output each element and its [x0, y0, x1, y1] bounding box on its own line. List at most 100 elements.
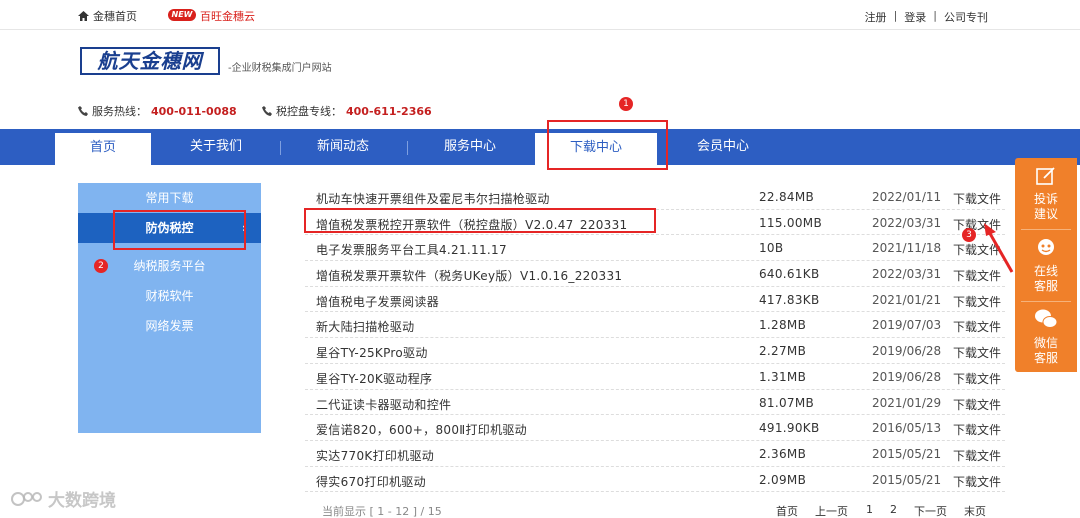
- login-link[interactable]: 登录: [904, 9, 926, 25]
- download-link[interactable]: 下载文件: [953, 447, 1001, 464]
- complaint-label: 投诉 建议: [1015, 192, 1077, 222]
- logo-text: 航天金穗网: [97, 49, 203, 73]
- complaint-label-line: 投诉 建议: [1033, 192, 1058, 221]
- pager-prev[interactable]: 上一页: [815, 503, 848, 518]
- file-date: 2021/01/21: [872, 292, 942, 307]
- online-support-button[interactable]: 在线 客服: [1015, 230, 1077, 300]
- file-size: 115.00MB: [759, 215, 822, 230]
- file-date: 2019/06/28: [872, 369, 942, 384]
- annotation-arrow: [984, 223, 1014, 273]
- file-date: 2022/01/11: [872, 190, 942, 204]
- file-name[interactable]: 增值税电子发票阅读器: [316, 293, 439, 310]
- file-date: 2022/03/31: [872, 215, 942, 230]
- table-row: 电子发票服务平台工具4.21.11.17 10B 2021/11/18 下载文件: [305, 235, 1005, 262]
- table-row: 得实670打印机驱动 2.09MB 2015/05/21 下载文件: [305, 467, 1005, 493]
- file-name[interactable]: 增值税发票开票软件（税务UKey版）V1.0.16_220331: [316, 267, 622, 284]
- table-row: 新大陆扫描枪驱动 1.28MB 2019/07/03 下载文件: [305, 312, 1005, 339]
- service-hotline: 服务热线： 400-011-0088: [78, 103, 237, 119]
- wechat-icon: [1035, 309, 1058, 328]
- file-size: 417.83KB: [759, 292, 820, 307]
- wechat-support-label-line: 微信 客服: [1033, 336, 1058, 365]
- file-size: 1.31MB: [759, 369, 807, 384]
- hotline-label: 服务热线：: [92, 105, 147, 118]
- download-link[interactable]: 下载文件: [953, 293, 1001, 310]
- phone-icon: [262, 106, 272, 116]
- file-name[interactable]: 爱信诺820，600+，800Ⅱ打印机驱动: [316, 421, 527, 438]
- table-row: 机动车快速开票组件及霍尼韦尔扫描枪驱动 22.84MB 2022/01/11 下载文件: [305, 184, 1005, 210]
- pager-page-2[interactable]: 2: [890, 503, 897, 516]
- table-row: 星谷TY-25KPro驱动 2.27MB 2019/06/28 下载文件: [305, 338, 1005, 364]
- table-row: 二代证读卡器驱动和控件 81.07MB 2021/01/29 下载文件: [305, 390, 1005, 416]
- nav-home[interactable]: 首页: [55, 133, 151, 165]
- file-size: 81.07MB: [759, 395, 815, 410]
- hotline-number: 400-011-0088: [151, 104, 237, 118]
- hotline-number: 400-611-2366: [346, 104, 432, 118]
- table-row: 星谷TY-20K驱动程序 1.31MB 2019/06/28 下载文件: [305, 364, 1005, 390]
- sidebar-item-e-invoice[interactable]: 网络发票: [78, 311, 261, 341]
- pager-first[interactable]: 首页: [776, 503, 798, 518]
- download-link[interactable]: 下载文件: [953, 370, 1001, 387]
- download-link[interactable]: 下载文件: [953, 396, 1001, 413]
- watermark-text: 大数跨境: [48, 491, 116, 511]
- file-size: 1.28MB: [759, 318, 807, 333]
- file-name[interactable]: 得实670打印机驱动: [316, 473, 426, 490]
- site-logo[interactable]: 航天金穗网: [80, 47, 220, 75]
- pager-last[interactable]: 末页: [964, 503, 986, 518]
- table-row: 实达770K打印机驱动 2.36MB 2015/05/21 下载文件: [305, 441, 1005, 467]
- file-date: 2015/05/21: [872, 446, 942, 461]
- home-link[interactable]: 金穗首页: [78, 8, 137, 24]
- table-row: 增值税电子发票阅读器 417.83KB 2021/01/21 下载文件: [305, 287, 1005, 313]
- file-name[interactable]: 电子发票服务平台工具4.21.11.17: [316, 241, 507, 258]
- file-date: 2019/07/03: [872, 318, 942, 333]
- file-size: 2.09MB: [759, 472, 807, 487]
- wechat-support-button[interactable]: 微信 客服: [1015, 302, 1077, 372]
- nav-divider: [280, 141, 281, 155]
- file-size: 491.90KB: [759, 421, 820, 436]
- nav-about[interactable]: 关于我们: [168, 129, 264, 165]
- site-slogan: -企业财税集成门户网站: [228, 63, 332, 74]
- file-size: 22.84MB: [759, 190, 815, 204]
- pager-summary: 当前显示 [ 1 - 12 ] / 15: [322, 505, 442, 518]
- nav-service[interactable]: 服务中心: [422, 129, 518, 165]
- annotation-badge-2: 2: [94, 259, 108, 273]
- account-links: 注册 | 登录 | 公司专刊: [865, 9, 988, 25]
- highlight-download-nav: [547, 120, 668, 170]
- home-link-label: 金穗首页: [93, 10, 137, 23]
- register-link[interactable]: 注册: [865, 9, 887, 25]
- file-name[interactable]: 新大陆扫描枪驱动: [316, 318, 414, 335]
- nav-member[interactable]: 会员中心: [675, 129, 771, 165]
- file-size: 640.61KB: [759, 267, 820, 282]
- separator: |: [893, 9, 898, 22]
- file-date: 2021/01/29: [872, 395, 942, 410]
- main-nav: 首页 关于我们 新闻动态 服务中心 下载中心 会员中心: [0, 129, 1080, 165]
- file-name[interactable]: 实达770K打印机驱动: [316, 447, 434, 464]
- highlight-file-row: [304, 208, 656, 233]
- download-link[interactable]: 下载文件: [953, 473, 1001, 490]
- file-date: 2021/11/18: [872, 241, 942, 256]
- complaint-button[interactable]: 投诉 建议: [1015, 158, 1077, 228]
- cloud-link[interactable]: 百旺金穗云: [200, 8, 255, 24]
- download-link[interactable]: 下载文件: [953, 318, 1001, 335]
- pager-next[interactable]: 下一页: [914, 503, 947, 518]
- file-date: 2015/05/21: [872, 472, 942, 487]
- file-name[interactable]: 二代证读卡器驱动和控件: [316, 396, 451, 413]
- top-bar: 金穗首页 NEW 百旺金穗云 注册 | 登录 | 公司专刊: [0, 0, 1080, 30]
- sidebar-item-common[interactable]: 常用下载: [78, 183, 261, 213]
- company-link[interactable]: 公司专刊: [944, 9, 988, 25]
- pager-page-1[interactable]: 1: [866, 503, 873, 516]
- download-link[interactable]: 下载文件: [953, 421, 1001, 438]
- file-size: 10B: [759, 241, 784, 256]
- sidebar-item-tax-software[interactable]: 财税软件: [78, 281, 261, 311]
- new-badge: NEW: [168, 9, 196, 21]
- phone-icon: [78, 106, 88, 116]
- nav-news[interactable]: 新闻动态: [295, 129, 391, 165]
- service-panel: 投诉 建议 在线 客服 微信 客服: [1015, 158, 1077, 372]
- file-name[interactable]: 星谷TY-25KPro驱动: [316, 344, 428, 361]
- file-name[interactable]: 机动车快速开票组件及霍尼韦尔扫描枪驱动: [316, 190, 550, 207]
- annotation-badge-1: 1: [619, 97, 633, 111]
- highlight-sidebar-item: [113, 210, 246, 250]
- download-link[interactable]: 下载文件: [953, 344, 1001, 361]
- file-name[interactable]: 星谷TY-20K驱动程序: [316, 370, 432, 387]
- download-link[interactable]: 下载文件: [953, 190, 1001, 207]
- hotline-label: 税控盘专线：: [276, 105, 342, 118]
